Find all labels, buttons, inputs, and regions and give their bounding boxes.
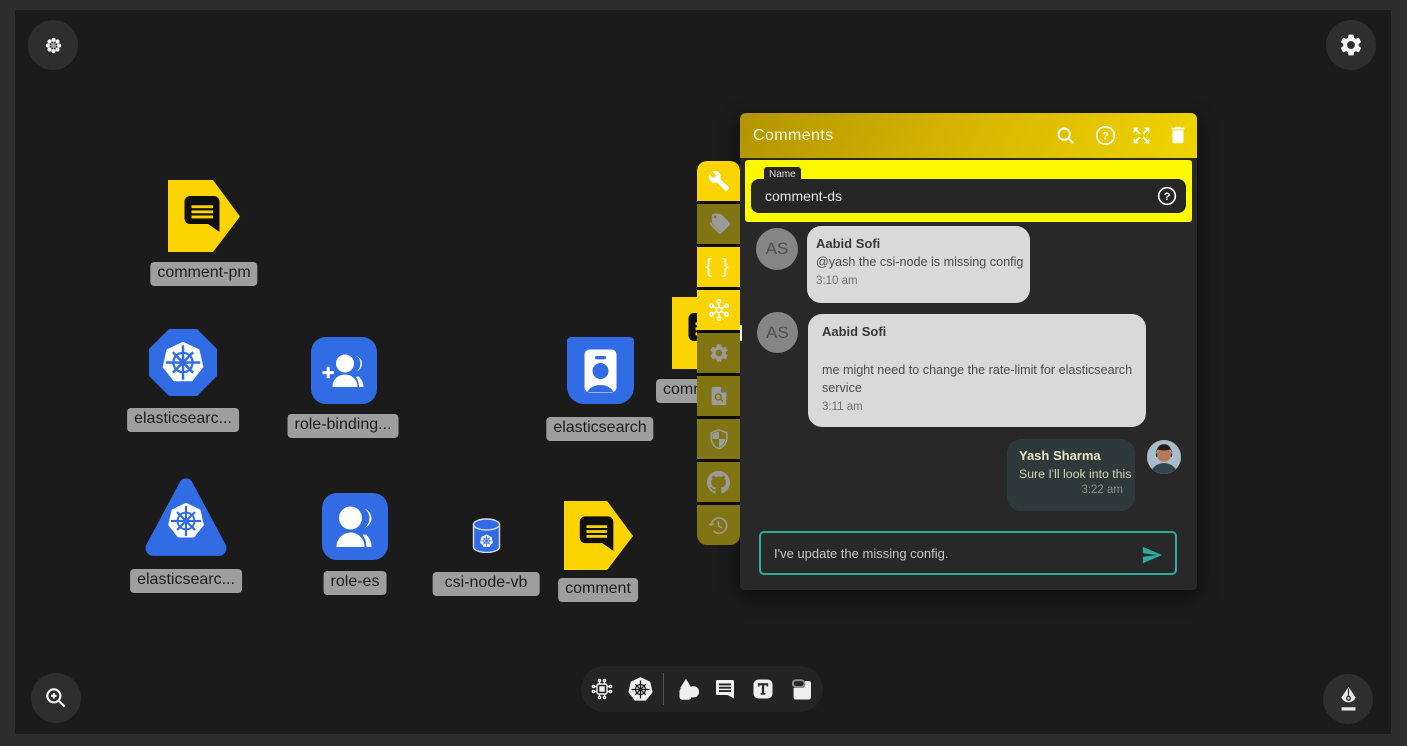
svg-text:?: ? [1164, 191, 1171, 203]
svg-text:?: ? [1102, 130, 1109, 142]
